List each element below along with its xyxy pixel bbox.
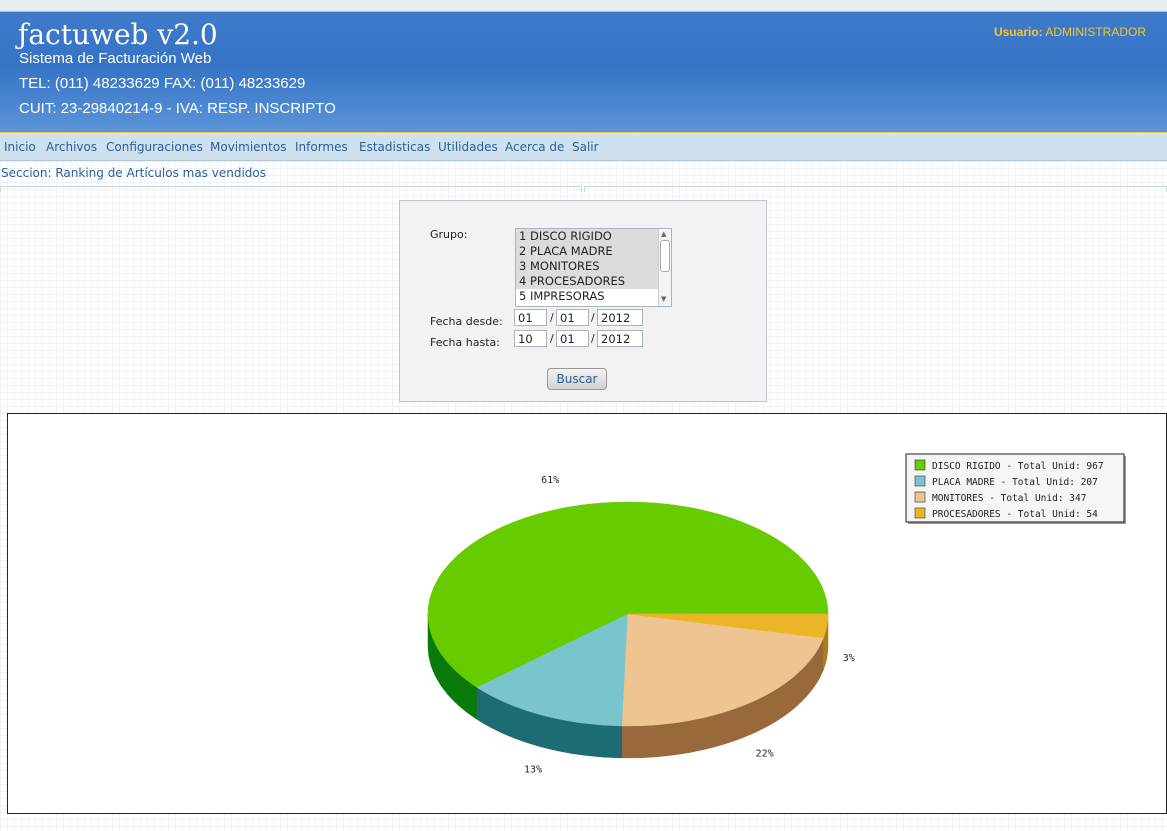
fecha-hasta-label: Fecha hasta: (430, 336, 500, 349)
date-separator: / (550, 332, 554, 345)
menu-item-archivos[interactable]: Archivos (46, 140, 97, 154)
scrollbar-thumb[interactable] (660, 240, 670, 272)
date-separator: / (550, 311, 554, 324)
menu-item-inicio[interactable]: Inicio (4, 140, 36, 154)
grupo-listbox[interactable]: 1 DISCO RIGIDO 2 PLACA MADRE 3 MONITORES… (515, 228, 672, 307)
fecha-hasta-month[interactable]: 01 (556, 330, 589, 347)
pie-data-label: 3% (843, 653, 855, 664)
menu-item-estadisticas[interactable]: Estadisticas (359, 140, 430, 154)
menu-item-informes[interactable]: Informes (295, 140, 348, 154)
user-label: Usuario: (993, 25, 1043, 39)
chart-panel: 61% 13% 22% 3% DISCO RIGIDO - Total Unid: 96… (7, 413, 1167, 814)
menu-item-utilidades[interactable]: Utilidades (438, 140, 498, 154)
pie-data-label: 61% (541, 475, 559, 486)
buscar-button[interactable]: Buscar (547, 368, 607, 390)
listbox-scrollbar[interactable]: ▲ ▼ (658, 229, 671, 306)
fecha-hasta-day[interactable]: 10 (514, 330, 547, 347)
app-logo: ƒactuweb v2.0 (18, 18, 218, 51)
grupo-option[interactable]: 5 IMPRESORAS (516, 289, 671, 304)
date-separator: / (591, 332, 595, 345)
legend-swatch (914, 475, 926, 487)
menu-item-configuraciones[interactable]: Configuraciones (106, 140, 203, 154)
grupo-option[interactable]: 3 MONITORES (516, 259, 671, 274)
company-phone: TEL: (011) 48233629 FAX: (011) 48233629 (19, 75, 306, 92)
legend-swatch (914, 491, 926, 503)
user-info: Usuario: ADMINISTRADOR (994, 25, 1146, 39)
menu-item-movimientos[interactable]: Movimientos (210, 140, 286, 154)
fecha-desde-day[interactable]: 01 (514, 309, 547, 326)
company-cuit: CUIT: 23-29840214-9 - IVA: RESP. INSCRIP… (19, 100, 336, 117)
grupo-option[interactable]: 2 PLACA MADRE (516, 244, 671, 259)
fecha-desde-month[interactable]: 01 (556, 309, 589, 326)
pie-data-label: 22% (756, 748, 774, 759)
section-title: Seccion: Ranking de Artículos mas vendid… (1, 166, 266, 180)
app-header: ƒactuweb v2.0 Sistema de Facturación Web… (0, 12, 1167, 133)
legend-entry: DISCO RIGIDO - Total Unid: 967 (932, 461, 1104, 472)
grupo-option[interactable]: 1 DISCO RIGIDO (516, 229, 671, 244)
fecha-hasta-year[interactable]: 2012 (597, 330, 643, 347)
legend-entry: PLACA MADRE - Total Unid: 207 (932, 477, 1098, 488)
date-separator: / (591, 311, 595, 324)
divider (584, 186, 1167, 192)
legend-entry: PROCESADORES - Total Unid: 54 (932, 509, 1098, 520)
main-menu: Inicio Archivos Configuraciones Movimien… (0, 134, 1167, 161)
fecha-desde-label: Fecha desde: (430, 315, 503, 328)
menu-item-salir[interactable]: Salir (572, 140, 599, 154)
grupo-label: Grupo: (430, 228, 468, 241)
legend-swatch (914, 507, 926, 519)
legend-swatch (914, 459, 926, 471)
user-name: ADMINISTRADOR (1045, 25, 1146, 39)
fecha-desde-year[interactable]: 2012 (597, 309, 643, 326)
divider (0, 186, 582, 192)
filter-form: Grupo: 1 DISCO RIGIDO 2 PLACA MADRE 3 MO… (399, 200, 767, 402)
app-subtitle: Sistema de Facturación Web (19, 50, 212, 67)
menu-item-acerca-de[interactable]: Acerca de (505, 140, 564, 154)
pie-chart: 61% 13% 22% 3% DISCO RIGIDO - Total Unid: 96… (427, 453, 1126, 776)
legend-entry: MONITORES - Total Unid: 347 (932, 493, 1086, 504)
scroll-down-icon[interactable]: ▼ (661, 295, 666, 303)
scroll-up-icon[interactable]: ▲ (661, 230, 666, 238)
pie-data-label: 13% (524, 765, 542, 776)
grupo-option[interactable]: 4 PROCESADORES (516, 274, 671, 289)
top-strip (0, 0, 1167, 12)
